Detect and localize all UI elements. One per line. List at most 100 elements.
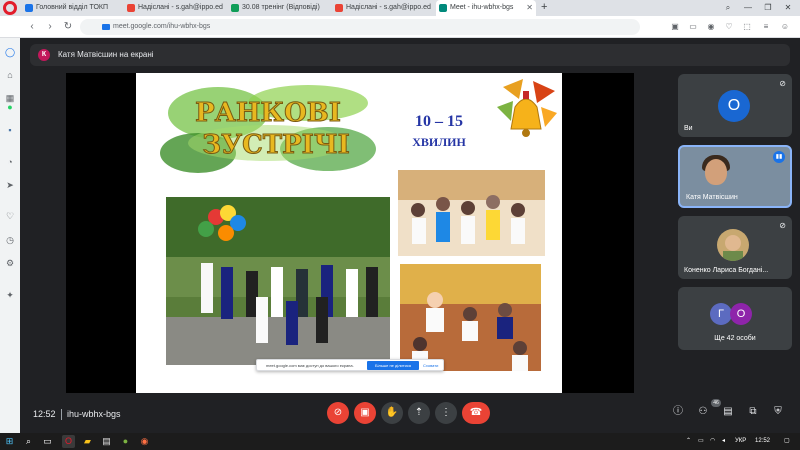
- leave-call-button[interactable]: ☎: [462, 402, 490, 424]
- camera-indicator-icon: [102, 24, 110, 30]
- people-count-badge: 46: [711, 399, 721, 407]
- meet-favicon-icon: [439, 4, 447, 12]
- avatar: [717, 229, 749, 261]
- sidebar-settings-icon[interactable]: ⚙: [4, 257, 16, 269]
- sidebar-clock-icon[interactable]: ◔: [4, 156, 16, 168]
- tab-4[interactable]: Надіслані - s.gah@ippo.ed: [332, 1, 434, 15]
- input-language[interactable]: УКР: [735, 433, 746, 450]
- people-icon[interactable]: ⚇: [696, 405, 710, 419]
- participant-name: Коненко Лариса Богдані...: [684, 267, 769, 274]
- avatar: Г: [710, 303, 732, 325]
- hide-notice-button[interactable]: Сховати: [423, 360, 438, 371]
- media-app-icon[interactable]: ◉: [138, 435, 151, 448]
- participant-tile-presenter[interactable]: ▮▮ Катя Матвісшин: [678, 145, 792, 208]
- bookmark-icon[interactable]: ♡: [723, 16, 735, 38]
- classroom-circle-photo: [398, 170, 545, 256]
- tab-label: 30.08 тренінг (Відповіді): [242, 4, 320, 11]
- share-notice-message: meet.google.com має доступ до вашого екр…: [266, 363, 354, 368]
- speaking-indicator-icon: ▮▮: [773, 151, 785, 163]
- tab-meet-active[interactable]: Meet - ihu-wbhx-bgs ✕: [436, 0, 536, 16]
- screen-share-notice: meet.google.com має доступ до вашого екр…: [256, 359, 444, 371]
- classroom-sitting-photo: [400, 264, 541, 371]
- meeting-details-icon[interactable]: ⓘ: [671, 405, 685, 419]
- screen-share-icon[interactable]: ▭: [687, 16, 699, 38]
- sidebar-bulb-icon[interactable]: ✦: [4, 289, 16, 301]
- search-icon[interactable]: ⌕: [22, 435, 35, 448]
- camera-toggle-button[interactable]: ▣: [354, 402, 376, 424]
- vk-icon[interactable]: ▪: [4, 124, 16, 136]
- maximize-button[interactable]: ❐: [762, 0, 774, 16]
- sidebar-history-icon[interactable]: ◷: [4, 234, 16, 246]
- new-tab-button[interactable]: +: [541, 0, 547, 15]
- children-circle-photo: [166, 197, 390, 365]
- present-screen-button[interactable]: ⇡: [408, 402, 430, 424]
- raise-hand-button[interactable]: ✋: [381, 402, 403, 424]
- opera-sidebar: ◯ ⌂ ▦ ● ▪ ◔ ➤ ♡ ◷ ⚙ ✦: [0, 38, 20, 433]
- divider: [61, 409, 62, 420]
- presentation-slide: РАНКОВІ ЗУСТРІЧІ 10 – 15 ХВИЛИН meet.goo…: [136, 73, 562, 393]
- tab-favicon-icon: [25, 4, 33, 12]
- presenter-avatar: К: [38, 49, 50, 61]
- account-icon[interactable]: ☺: [779, 16, 791, 38]
- sidebar-heart-icon[interactable]: ♡: [4, 210, 16, 222]
- app-icon[interactable]: ●: [119, 435, 132, 448]
- sidebar-send-icon[interactable]: ➤: [4, 179, 16, 191]
- notifications-icon[interactable]: ▢: [784, 433, 790, 450]
- bell-leaves-image: [497, 79, 557, 137]
- close-window-button[interactable]: ✕: [782, 0, 794, 16]
- stop-sharing-button[interactable]: Більше не ділитися: [367, 361, 419, 370]
- tab-label: Головний відділ ТОКП: [36, 4, 109, 11]
- video-face: [705, 159, 727, 185]
- tab-2[interactable]: Надіслані - s.gah@ippo.ed: [124, 1, 226, 15]
- mic-muted-icon: ⊘: [779, 221, 786, 230]
- snapshot-icon[interactable]: ◉: [705, 16, 717, 38]
- activities-icon[interactable]: ⧉: [746, 405, 760, 419]
- tab-label: Надіслані - s.gah@ippo.ed: [138, 4, 223, 11]
- reload-button[interactable]: ↻: [61, 16, 75, 38]
- tray-chevron-icon[interactable]: ⌃: [686, 433, 691, 450]
- host-controls-icon[interactable]: ⛨: [771, 405, 785, 419]
- address-bar-row: ‹ › ↻ meet.google.com/ihu-wbhx-bgs ▣ ▭ ◉…: [0, 16, 800, 38]
- sidebar-home-icon[interactable]: ⌂: [4, 69, 16, 81]
- duration-value: 10 – 15: [415, 113, 463, 130]
- sidebar-messenger-icon[interactable]: ◯: [4, 46, 16, 58]
- search-tabs-icon[interactable]: ⌕: [722, 0, 734, 16]
- opera-logo-icon[interactable]: [3, 1, 17, 15]
- close-tab-icon[interactable]: ✕: [526, 0, 533, 16]
- more-options-button[interactable]: ⋮: [435, 402, 457, 424]
- participant-tile-self[interactable]: ⊘ О Ви: [678, 74, 792, 137]
- participant-tile-konenko[interactable]: ⊘ Коненко Лариса Богдані...: [678, 216, 792, 279]
- minimize-button[interactable]: —: [742, 0, 754, 16]
- file-explorer-icon[interactable]: ▰: [81, 435, 94, 448]
- back-button[interactable]: ‹: [25, 16, 39, 38]
- whatsapp-icon[interactable]: ●: [4, 101, 16, 113]
- mic-toggle-button[interactable]: ⊘: [327, 402, 349, 424]
- tab-label: Meet - ihu-wbhx-bgs: [450, 4, 514, 11]
- meeting-clock: 12:52: [33, 409, 56, 419]
- avatar: О: [718, 90, 750, 122]
- participant-tile-more[interactable]: Г О Ще 42 особи: [678, 287, 792, 350]
- sheets-icon: [231, 4, 239, 12]
- chat-icon[interactable]: ▤: [721, 405, 735, 419]
- extensions-icon[interactable]: ⬚: [741, 16, 753, 38]
- avatar: О: [730, 303, 752, 325]
- volume-icon[interactable]: ◂: [722, 433, 725, 450]
- network-icon[interactable]: ▭: [698, 433, 704, 450]
- windows-start-icon[interactable]: ⊞: [3, 435, 16, 448]
- forward-button[interactable]: ›: [43, 16, 57, 38]
- browser-tab-strip: Головний відділ ТОКП Надіслані - s.gah@i…: [0, 0, 800, 16]
- opera-taskbar-icon[interactable]: O: [62, 435, 75, 448]
- documents-icon[interactable]: ▤: [100, 435, 113, 448]
- taskbar-clock[interactable]: 12:52: [755, 433, 770, 450]
- wifi-icon[interactable]: ◠: [710, 433, 715, 450]
- url-field[interactable]: meet.google.com/ihu-wbhx-bgs: [80, 19, 640, 35]
- gmail-icon: [335, 4, 343, 12]
- presenting-text: Катя Матвісшин на екрані: [58, 50, 154, 59]
- tab-1[interactable]: Головний відділ ТОКП: [22, 1, 122, 15]
- camera-in-use-icon[interactable]: ▣: [669, 16, 681, 38]
- task-view-icon[interactable]: ▭: [41, 435, 54, 448]
- tab-3[interactable]: 30.08 тренінг (Відповіді): [228, 1, 330, 15]
- menu-icon[interactable]: ≡: [760, 16, 772, 38]
- shared-screen: РАНКОВІ ЗУСТРІЧІ 10 – 15 ХВИЛИН meet.goo…: [66, 73, 634, 393]
- slide-title-line2: ЗУСТРІЧІ: [202, 130, 350, 160]
